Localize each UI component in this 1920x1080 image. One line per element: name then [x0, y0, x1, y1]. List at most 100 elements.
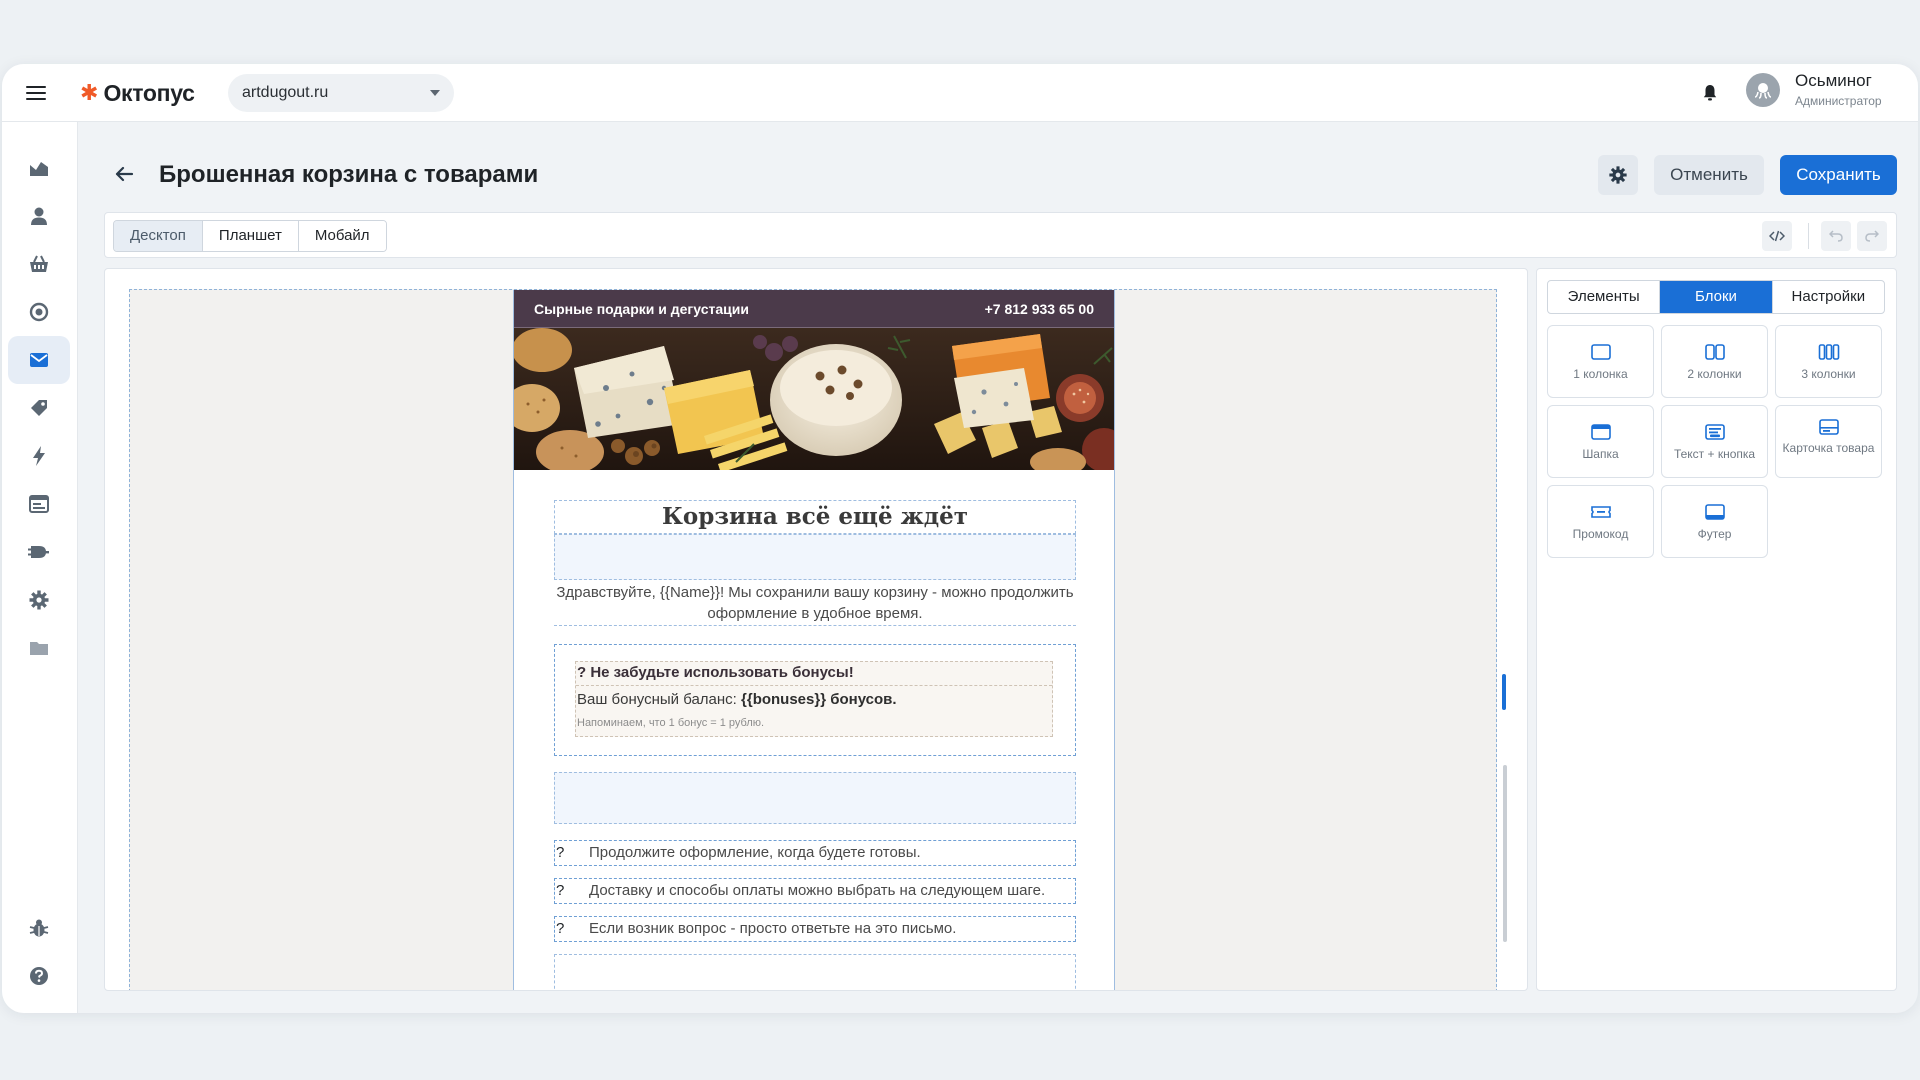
block-label: 3 колонки — [1801, 367, 1856, 381]
gear-icon — [1609, 166, 1627, 184]
block-header[interactable]: Шапка — [1547, 405, 1654, 478]
sidebar-item-users[interactable] — [8, 192, 70, 240]
list-item-text: Если возник вопрос - просто ответьте на … — [589, 920, 957, 937]
text-button-icon — [1705, 424, 1725, 440]
tab-tablet[interactable]: Планшет — [202, 221, 299, 251]
lightning-icon — [33, 446, 45, 466]
bell-icon[interactable] — [1702, 84, 1718, 102]
sidebar-item-files[interactable] — [8, 624, 70, 672]
block-label: Карточка товара — [1782, 441, 1875, 455]
save-button[interactable]: Сохранить — [1780, 155, 1897, 195]
tab-blocks[interactable]: Блоки — [1660, 281, 1773, 313]
list-item[interactable]: ? Доставку и способы оплаты можно выбрат… — [554, 878, 1076, 904]
list-item-marker: ? — [556, 920, 565, 937]
bonus-reminder-card: ? Не забудьте использовать бонусы! Ваш б… — [575, 661, 1053, 737]
redo-button[interactable] — [1857, 221, 1887, 251]
bonus-reminder-block[interactable]: ? Не забудьте использовать бонусы! Ваш б… — [554, 644, 1076, 756]
blocks-panel: Элементы Блоки Настройки 1 колонка 2 кол… — [1536, 268, 1897, 991]
block-label: Промокод — [1572, 527, 1629, 541]
cancel-button[interactable]: Отменить — [1654, 155, 1764, 195]
spacer-block[interactable] — [554, 772, 1076, 824]
target-icon — [29, 302, 49, 322]
code-icon — [1769, 230, 1785, 242]
block-label: 1 колонка — [1573, 367, 1628, 381]
product-card-icon — [1819, 419, 1839, 435]
cheese-platter-image — [514, 328, 1114, 470]
block-two-columns[interactable]: 2 колонки — [1661, 325, 1768, 398]
email-greeting[interactable]: Здравствуйте, {{Name}}! Мы сохранили ваш… — [554, 582, 1076, 626]
octopus-logo-icon: ✱ — [80, 80, 99, 105]
settings-button[interactable] — [1598, 155, 1638, 195]
top-bar: ✱ Октопус artdugout.ru Осьминог Админист… — [2, 64, 1918, 122]
user-name[interactable]: Осьминог — [1795, 71, 1872, 91]
site-select-value: artdugout.ru — [242, 84, 329, 101]
block-one-column[interactable]: 1 колонка — [1547, 325, 1654, 398]
block-text-button[interactable]: Текст + кнопка — [1661, 405, 1768, 478]
code-view-button[interactable] — [1762, 221, 1792, 251]
email-title[interactable]: Корзина всё ещё ждёт — [554, 500, 1076, 534]
bonus-balance[interactable]: Ваш бонусный баланс: {{bonuses}} бонусов… — [577, 691, 897, 708]
undo-icon — [1829, 230, 1843, 242]
browser-window-icon — [29, 495, 49, 513]
folder-icon — [30, 642, 48, 655]
sidebar-item-settings[interactable] — [8, 576, 70, 624]
canvas-scrollbar[interactable] — [1503, 765, 1507, 942]
block-label: Футер — [1697, 527, 1732, 541]
email-canvas[interactable]: Сырные подарки и дегустации +7 812 933 6… — [129, 289, 1497, 990]
email-header-block[interactable]: Сырные подарки и дегустации +7 812 933 6… — [514, 290, 1114, 328]
avatar[interactable] — [1746, 73, 1780, 107]
tab-desktop[interactable]: Десктоп — [114, 221, 203, 251]
site-select[interactable]: artdugout.ru — [228, 74, 454, 112]
sidebar-item-triggers[interactable] — [8, 432, 70, 480]
panel-resize-handle[interactable] — [1502, 674, 1506, 710]
sidebar-item-help[interactable] — [8, 952, 70, 1000]
logo[interactable]: ✱ Октопус — [80, 78, 195, 108]
block-footer[interactable]: Футер — [1661, 485, 1768, 558]
block-promo-code[interactable]: Промокод — [1547, 485, 1654, 558]
sidebar — [2, 122, 78, 1013]
sidebar-item-orders[interactable] — [8, 240, 70, 288]
help-icon — [30, 967, 48, 985]
two-columns-icon — [1705, 344, 1725, 360]
menu-icon[interactable] — [26, 86, 46, 100]
three-columns-icon — [1818, 344, 1840, 360]
chevron-down-icon — [430, 90, 440, 96]
toolbar-divider — [1808, 223, 1809, 249]
sidebar-item-integrations[interactable] — [8, 528, 70, 576]
user-icon — [31, 207, 47, 225]
spacer-block[interactable] — [554, 534, 1076, 580]
basket-icon — [30, 255, 48, 272]
sidebar-item-mailings[interactable] — [8, 336, 70, 384]
list-item-text: Продолжите оформление, когда будете гото… — [589, 844, 921, 861]
tab-mobile[interactable]: Мобайл — [298, 221, 386, 251]
sidebar-item-analytics[interactable] — [8, 144, 70, 192]
bug-icon — [29, 919, 49, 937]
tab-settings[interactable]: Настройки — [1773, 281, 1884, 313]
tab-elements[interactable]: Элементы — [1548, 281, 1661, 313]
back-arrow-icon[interactable] — [112, 162, 136, 186]
bonus-note[interactable]: Напоминаем, что 1 бонус = 1 рублю. — [577, 717, 764, 729]
bonus-title[interactable]: ? Не забудьте использовать бонусы! — [576, 662, 1052, 686]
list-item[interactable]: ? Если возник вопрос - просто ответьте н… — [554, 916, 1076, 942]
panel-tabs: Элементы Блоки Настройки — [1547, 280, 1885, 314]
sidebar-item-debug[interactable] — [8, 904, 70, 952]
bonus-balance-value: {{bonuses}} бонусов. — [741, 691, 897, 708]
hero-cheese-image[interactable] — [514, 328, 1114, 470]
sidebar-item-segments[interactable] — [8, 288, 70, 336]
block-product-card[interactable]: Карточка товара — [1775, 405, 1882, 478]
sidebar-item-promotions[interactable] — [8, 384, 70, 432]
redo-icon — [1865, 230, 1879, 242]
logo-text: Октопус — [103, 79, 195, 106]
device-tabs: Десктоп Планшет Мобайл — [113, 220, 387, 252]
one-column-icon — [1591, 344, 1611, 360]
block-three-columns[interactable]: 3 колонки — [1775, 325, 1882, 398]
sidebar-item-forms[interactable] — [8, 480, 70, 528]
gear-icon — [29, 590, 49, 610]
footer-block-icon — [1705, 504, 1725, 520]
spacer-block[interactable] — [554, 954, 1076, 990]
list-item[interactable]: ? Продолжите оформление, когда будете го… — [554, 840, 1076, 866]
editor-canvas-panel: Сырные подарки и дегустации +7 812 933 6… — [104, 268, 1528, 991]
email-body[interactable]: Сырные подарки и дегустации +7 812 933 6… — [513, 290, 1115, 990]
undo-button[interactable] — [1821, 221, 1851, 251]
header-block-icon — [1591, 424, 1611, 440]
